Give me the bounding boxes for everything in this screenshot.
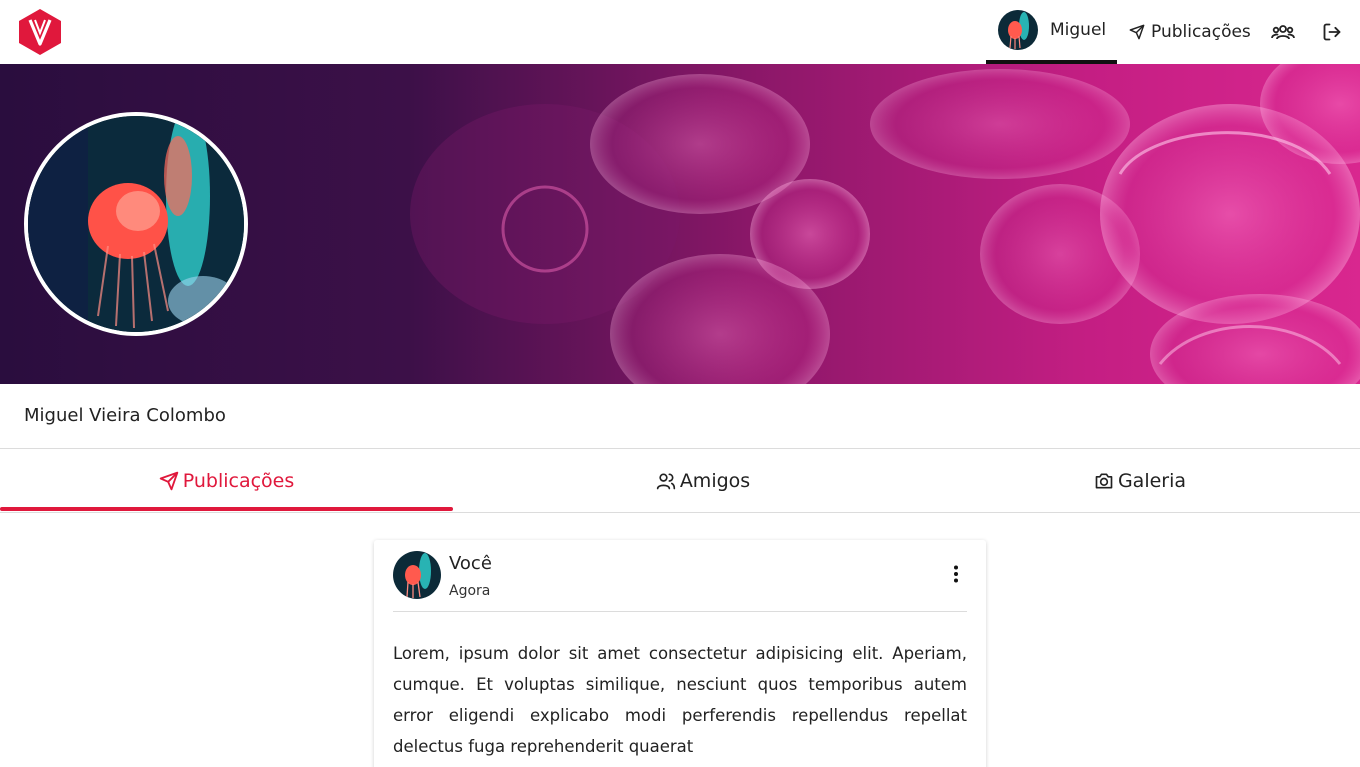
logout-icon[interactable] [1322, 22, 1342, 42]
camera-icon [1095, 473, 1113, 488]
users-icon [656, 473, 675, 489]
profile-picture[interactable] [24, 112, 248, 336]
tab-friends[interactable]: Amigos [453, 449, 953, 512]
user-avatar [998, 10, 1038, 50]
logo-icon[interactable] [18, 8, 62, 56]
tab-gallery[interactable]: Galeria [920, 449, 1360, 512]
profile-full-name: Miguel Vieira Colombo [24, 405, 226, 426]
post-timestamp: Agora [449, 583, 491, 599]
post-author-avatar[interactable] [393, 551, 441, 599]
divider [393, 611, 967, 612]
paper-plane-icon [1129, 24, 1145, 40]
tab-friends-label: Amigos [679, 469, 751, 492]
nav-publications-label: Publicações [1151, 22, 1251, 42]
active-tab-indicator [0, 507, 453, 511]
profile-tabs: Publicações Amigos Galeria [0, 449, 1360, 513]
post-body-text: Lorem, ipsum dolor sit amet consectetur … [393, 644, 967, 756]
tab-publications-label: Publicações [182, 469, 295, 492]
paper-plane-icon [159, 471, 178, 490]
tab-gallery-label: Galeria [1117, 469, 1187, 492]
group-icon[interactable] [1271, 22, 1295, 42]
top-navbar: Miguel Publicações [0, 0, 1360, 64]
nav-publications-link[interactable]: Publicações [1129, 20, 1251, 44]
nav-user-name: Miguel [1050, 20, 1107, 40]
more-options-icon[interactable] [946, 564, 966, 584]
tab-publications[interactable]: Publicações [0, 449, 453, 512]
post-card: Você Agora Lorem, ipsum dolor sit amet c… [374, 540, 986, 767]
post-author-name[interactable]: Você [449, 553, 492, 574]
nav-profile-link[interactable]: Miguel [986, 0, 1117, 64]
